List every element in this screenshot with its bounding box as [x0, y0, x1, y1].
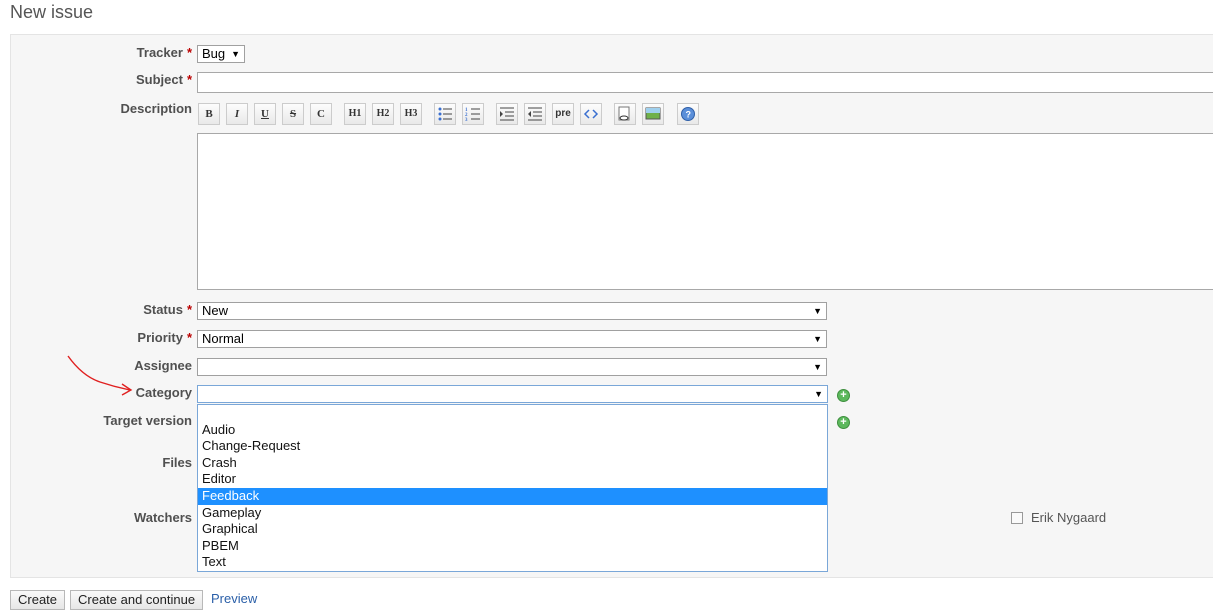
link-icon	[618, 106, 630, 121]
numbered-list-icon: 123	[465, 108, 480, 123]
subject-input[interactable]	[197, 72, 1213, 93]
files-label: Files	[162, 455, 192, 470]
preview-link[interactable]: Preview	[211, 591, 257, 606]
chevron-down-icon: ▼	[813, 362, 822, 372]
indent-button[interactable]	[496, 103, 518, 125]
svg-text:?: ?	[686, 110, 692, 120]
chevron-down-icon: ▼	[814, 389, 823, 399]
description-label: Description	[120, 101, 192, 116]
category-option-text[interactable]: Text	[198, 554, 827, 571]
add-category-icon[interactable]: +	[837, 389, 850, 402]
assignee-select[interactable]: ▼	[197, 358, 827, 376]
link-button[interactable]	[614, 103, 636, 125]
status-label: Status *	[143, 302, 192, 317]
image-button[interactable]	[642, 103, 664, 125]
bold-button[interactable]: B	[198, 103, 220, 125]
indent-icon	[500, 107, 514, 121]
heading1-button[interactable]: H1	[344, 103, 366, 125]
unordered-list-button[interactable]	[434, 103, 456, 125]
category-select[interactable]: ▼	[197, 385, 828, 403]
tracker-select[interactable]: Bug ▼	[197, 45, 245, 63]
annotation-arrow-icon	[67, 355, 133, 396]
subject-label: Subject *	[135, 72, 192, 87]
category-label: Category	[135, 385, 192, 400]
add-version-icon[interactable]: +	[837, 416, 850, 429]
help-button[interactable]: ?	[677, 103, 699, 125]
outdent-button[interactable]	[524, 103, 546, 125]
status-select[interactable]: New ▼	[197, 302, 827, 320]
chevron-down-icon: ▼	[813, 306, 822, 316]
strikethrough-button[interactable]: S	[282, 103, 304, 125]
heading2-button[interactable]: H2	[372, 103, 394, 125]
category-dropdown-list: Audio Change-Request Crash Editor Feedba…	[197, 404, 828, 572]
chevron-down-icon: ▼	[231, 49, 240, 59]
description-textarea[interactable]	[197, 133, 1213, 290]
create-button[interactable]: Create	[10, 590, 66, 610]
svg-text:3: 3	[465, 118, 468, 123]
category-option-change-request[interactable]: Change-Request	[198, 438, 827, 455]
assignee-label: Assignee	[134, 358, 192, 373]
priority-select[interactable]: Normal ▼	[197, 330, 827, 348]
watcher-name: Erik Nygaard	[1031, 510, 1107, 525]
category-option-graphical[interactable]: Graphical	[198, 521, 827, 538]
chevron-down-icon: ▼	[813, 334, 822, 344]
bullet-list-icon	[438, 107, 452, 121]
target-version-label: Target version	[103, 413, 192, 428]
watcher-checkbox[interactable]	[1011, 512, 1023, 524]
code-brackets-icon	[583, 109, 599, 119]
underline-button[interactable]: U	[254, 103, 276, 125]
page-title: New issue	[10, 2, 94, 22]
outdent-icon	[528, 107, 542, 121]
tracker-label: Tracker *	[136, 45, 192, 60]
category-option-audio[interactable]: Audio	[198, 422, 827, 439]
category-option-editor[interactable]: Editor	[198, 471, 827, 488]
image-icon	[645, 107, 661, 120]
category-option-feedback[interactable]: Feedback	[198, 487, 827, 505]
help-icon: ?	[681, 107, 695, 121]
priority-label: Priority *	[137, 330, 192, 345]
category-option-pbem[interactable]: PBEM	[198, 538, 827, 555]
create-and-continue-button[interactable]: Create and continue	[70, 590, 204, 610]
code-highlight-button[interactable]	[580, 103, 602, 125]
category-option-gameplay[interactable]: Gameplay	[198, 505, 827, 522]
ordered-list-button[interactable]: 123	[462, 103, 484, 125]
italic-button[interactable]: I	[226, 103, 248, 125]
preformatted-button[interactable]: pre	[552, 103, 574, 125]
heading3-button[interactable]: H3	[400, 103, 422, 125]
category-option-blank[interactable]	[198, 405, 827, 422]
watchers-label: Watchers	[133, 510, 192, 525]
category-option-crash[interactable]: Crash	[198, 455, 827, 472]
code-button[interactable]: C	[310, 103, 332, 125]
